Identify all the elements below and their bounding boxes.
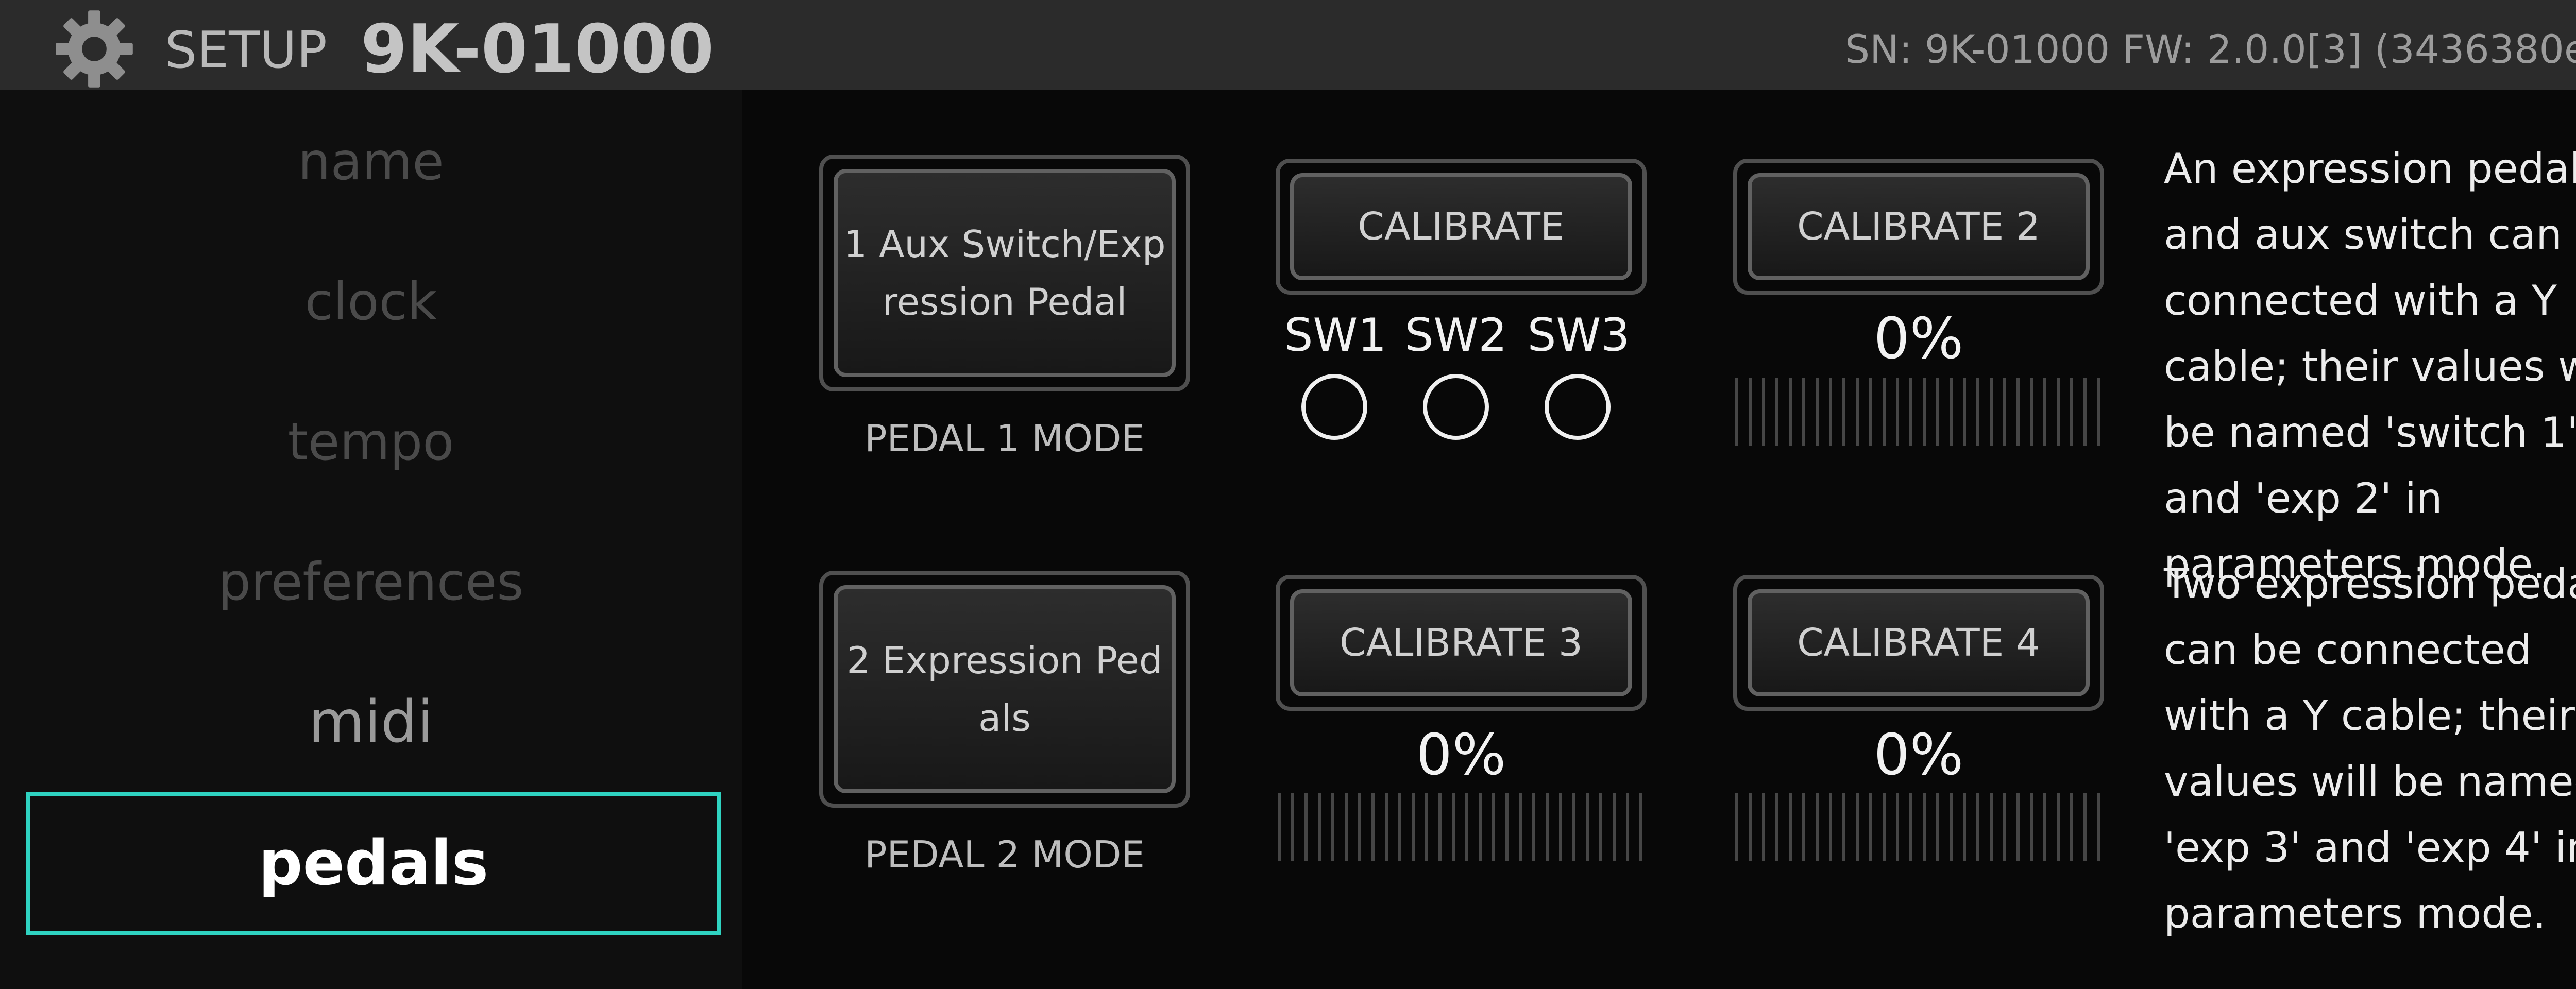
pedal2-help-text: Two expression pedals can be connected w… [2164,560,2576,937]
gear-icon[interactable] [50,5,138,93]
sidebar-item-pedals[interactable]: pedals [26,792,721,935]
exp4-value: 0% [1873,722,1964,788]
setup-screen: SETUP 9K-01000 SN: 9K-01000 FW: 2.0.0[3]… [0,0,2576,989]
pedal2-mode-caption: PEDAL 2 MODE [865,833,1145,876]
calibrate2-frame: CALIBRATE 2 [1733,159,2104,295]
sw3-indicator [1545,374,1611,440]
sidebar-item-clock[interactable]: clock [0,271,742,333]
pedal1-mode-frame: 1 Aux Switch/Expression Pedal [819,155,1190,391]
device-info: SN: 9K-01000 FW: 2.0.0[3] (3436380ef) [1844,26,2576,72]
pedal1-mode-caption: PEDAL 1 MODE [865,417,1145,460]
calibrate-frame: CALIBRATE [1276,159,1647,295]
exp2-value: 0% [1873,305,1964,371]
device-name: 9K-01000 [361,10,715,88]
exp3-value: 0% [1416,722,1506,788]
sw2-label: SW2 [1404,309,1507,362]
calibrate-2-button[interactable]: CALIBRATE 2 [1748,173,2090,280]
pedal2-mode-button[interactable]: 2 Expression Pedals [834,585,1176,793]
sw2-indicator [1423,374,1489,440]
pedal2-mode-frame: 2 Expression Pedals [819,571,1190,808]
sidebar-item-name[interactable]: name [0,131,742,193]
calibrate-button[interactable]: CALIBRATE [1290,173,1632,280]
calibrate-3-button[interactable]: CALIBRATE 3 [1290,589,1632,696]
exp4-meter [1735,793,2106,861]
header-bar: SETUP 9K-01000 SN: 9K-01000 FW: 2.0.0[3]… [0,0,2576,90]
calibrate3-frame: CALIBRATE 3 [1276,575,1647,711]
pedal1-mode-button[interactable]: 1 Aux Switch/Expression Pedal [834,169,1176,377]
section-title: SETUP [165,21,327,80]
pedal1-help-text: An expression pedal and aux switch can b… [2164,145,2576,588]
exp2-meter [1735,378,2106,446]
calibrate4-frame: CALIBRATE 4 [1733,575,2104,711]
sw1-label: SW1 [1284,309,1387,362]
sidebar-item-preferences[interactable]: preferences [0,551,742,613]
sidebar-item-midi[interactable]: midi [0,691,742,753]
sw3-label: SW3 [1527,309,1630,362]
calibrate-4-button[interactable]: CALIBRATE 4 [1748,589,2090,696]
exp3-meter [1278,793,1649,861]
sidebar-item-tempo[interactable]: tempo [0,411,742,473]
sw1-indicator [1301,374,1367,440]
